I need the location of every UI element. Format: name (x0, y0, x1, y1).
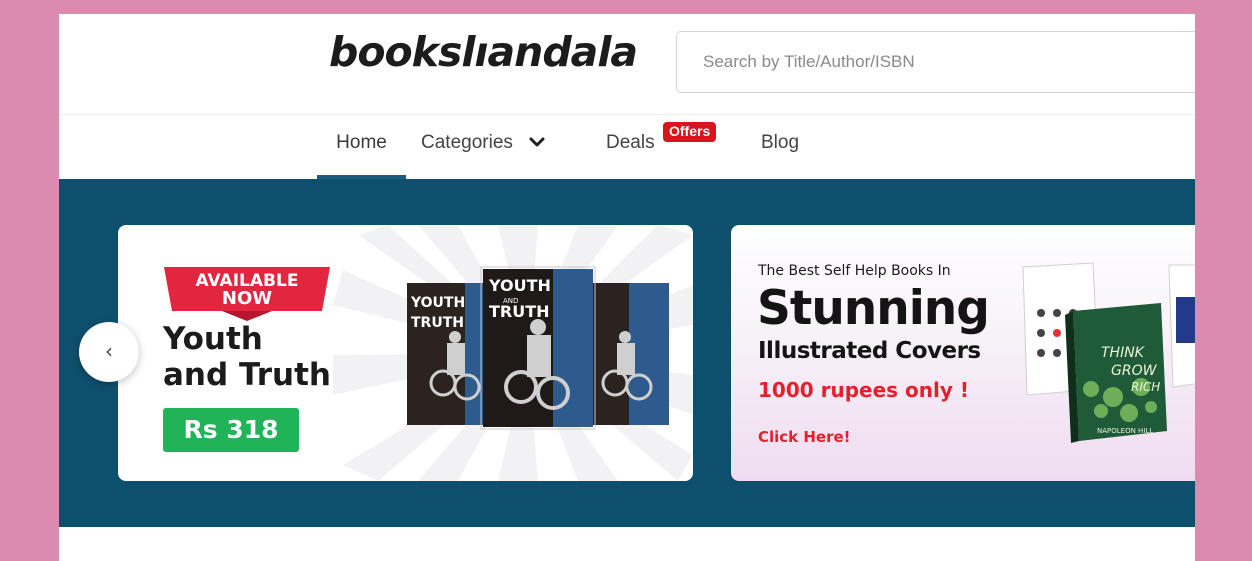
carousel-prev-button[interactable]: ‹ (79, 322, 139, 382)
book-title-line-3: RICH (1131, 380, 1160, 394)
banner-price-text: 1000 rupees only ! (758, 378, 969, 402)
cover-left-title-line-1: YOUTH (410, 295, 465, 311)
banner-title: Stunning (757, 281, 990, 336)
nav-item-categories[interactable]: Categories (421, 115, 545, 179)
banner-title: Youth and Truth (163, 321, 331, 393)
nav-item-deals[interactable]: Deals (606, 115, 655, 179)
book-author: NAPOLEON HILL (1097, 427, 1153, 435)
cover-main-title-line-3: TRUTH (489, 302, 550, 321)
nav-item-home[interactable]: Home (317, 115, 406, 179)
available-now-ribbon: AVAILABLE NOW (162, 265, 332, 321)
price-badge: Rs 318 (163, 408, 299, 452)
banner-subtitle: Illustrated Covers (758, 338, 981, 364)
search-input[interactable] (676, 31, 1195, 93)
header: bookslıandala (59, 14, 1195, 112)
chevron-down-icon (529, 115, 545, 171)
nav-item-label: Deals (606, 132, 655, 153)
nav-item-label: Home (336, 132, 387, 153)
click-here-link[interactable]: Click Here! (758, 428, 851, 446)
banner-youth-and-truth[interactable]: AVAILABLE NOW Youth and Truth Rs 318 YOU… (118, 225, 693, 481)
book-title-line-1: THINK (1101, 345, 1146, 361)
nav-item-label: Blog (761, 132, 800, 153)
banner-illustrated-covers[interactable]: The Best Self Help Books In Stunning Ill… (731, 225, 1195, 481)
book-covers-image: THINK GROW RICH NAPOLEON HILL (1022, 262, 1195, 443)
banner-title-line-1: Youth (163, 321, 263, 357)
cover-main-title-line-1: YOUTH (488, 276, 551, 295)
main-nav: Home Categories Deals Offers Blog (59, 114, 1195, 180)
ribbon-line-2: NOW (222, 288, 272, 309)
banner-eyebrow: The Best Self Help Books In (758, 263, 951, 279)
page: bookslıandala Home Categories Deals Offe… (59, 14, 1195, 561)
nav-item-blog[interactable]: Blog (761, 115, 799, 179)
cover-left-title-line-3: TRUTH (411, 315, 464, 331)
book-title-line-2: GROW (1111, 363, 1158, 379)
hero-carousel: AVAILABLE NOW Youth and Truth Rs 318 YOU… (59, 179, 1195, 527)
logo[interactable]: bookslıandala (329, 32, 638, 73)
nav-item-label: Categories (421, 132, 513, 154)
banner-title-line-2: and Truth (163, 357, 331, 393)
offers-badge: Offers (663, 122, 717, 142)
book-covers-image: YOUTH TRUTH YOUTH AND TRUTH (407, 266, 669, 430)
